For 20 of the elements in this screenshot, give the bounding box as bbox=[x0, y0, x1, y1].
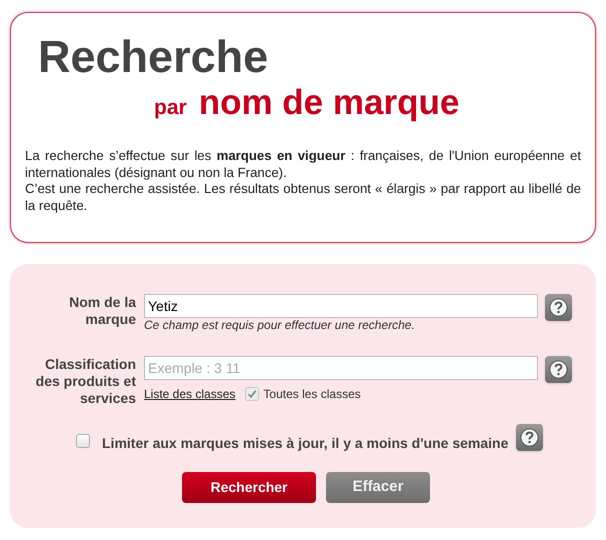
search-button[interactable]: Rechercher bbox=[182, 472, 316, 503]
subtitle-prefix: par bbox=[154, 95, 187, 121]
help-icon[interactable] bbox=[545, 356, 572, 383]
field-label: Classification des produits et services bbox=[34, 356, 136, 407]
classes-link[interactable]: Liste des classes bbox=[144, 385, 236, 403]
text-field[interactable]: Yetiz bbox=[144, 294, 538, 318]
help-icon[interactable] bbox=[516, 424, 544, 451]
text-field[interactable]: Exemple : 3 11 bbox=[144, 356, 538, 380]
checkbox-label: Toutes les classes bbox=[263, 386, 361, 403]
description-text: La recherche s’effectue sur les marques en vigueur : françaises, de l'Union européenne et internationales (désignant ou non la France). bbox=[25, 148, 581, 181]
checkbox[interactable] bbox=[76, 434, 90, 448]
checkbox[interactable] bbox=[245, 387, 260, 401]
description-text: C’est une recherche assistée. Les résultats obtenus seront « élargis » par rapport au libellé de la requête. bbox=[25, 181, 581, 214]
field-label: Nom de la marque bbox=[68, 294, 136, 329]
clear-button[interactable]: Effacer bbox=[326, 472, 430, 503]
checkbox-label: Limiter aux marques mises à jour, il y a moins d'une semaine bbox=[102, 434, 508, 453]
field-hint: Ce champ est requis pour effectuer une recherche. bbox=[144, 317, 415, 334]
page-title: Recherche bbox=[37, 31, 270, 83]
help-icon[interactable] bbox=[545, 294, 572, 321]
subtitle: nom de marque bbox=[198, 82, 460, 124]
